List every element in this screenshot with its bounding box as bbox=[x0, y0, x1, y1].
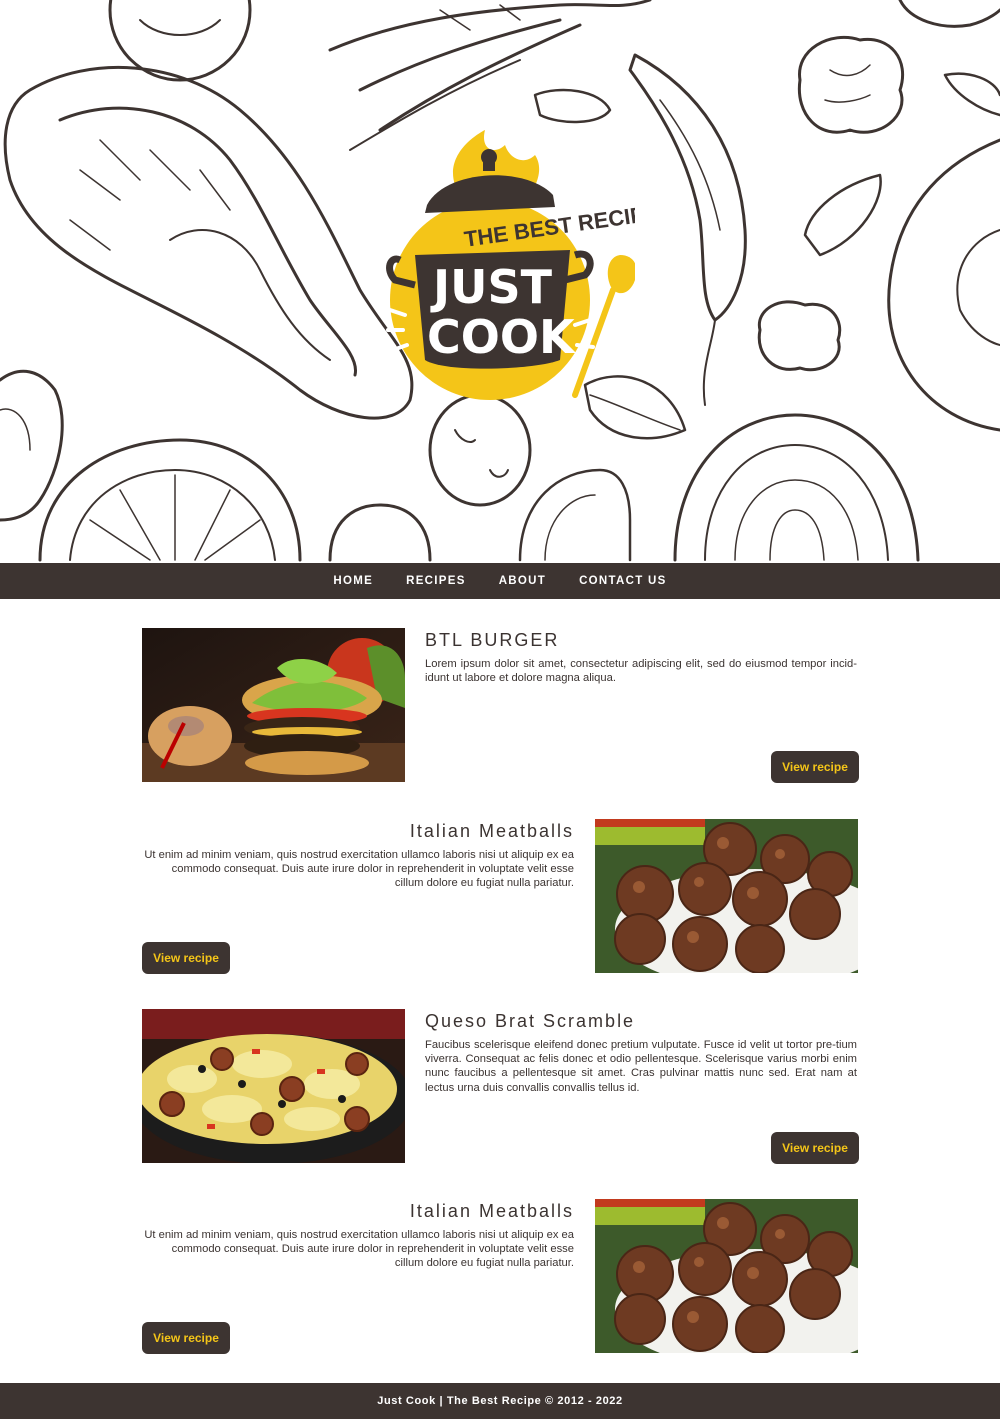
meatballs-photo[interactable] bbox=[595, 1199, 858, 1353]
view-recipe-button[interactable]: View recipe bbox=[771, 751, 859, 783]
hero-banner: THE BEST RECIPE JUST COOK bbox=[0, 0, 1000, 563]
recipe-card-queso-brat-scramble: Queso Brat Scramble Faucibus scelerisque… bbox=[142, 1009, 859, 1164]
scramble-photo[interactable] bbox=[142, 1009, 405, 1163]
burger-photo[interactable] bbox=[142, 628, 405, 782]
recipe-title: Italian Meatballs bbox=[409, 821, 574, 841]
recipe-description: Faucibus scelerisque eleifend donec pret… bbox=[425, 1039, 857, 1094]
recipe-title: BTL BURGER bbox=[425, 630, 560, 650]
recipe-title: Italian Meatballs bbox=[409, 1201, 574, 1221]
footer-copyright: Just Cook | The Best Recipe © 2012 - 202… bbox=[377, 1395, 623, 1407]
nav-about[interactable]: ABOUT bbox=[499, 575, 546, 587]
recipe-text: Italian Meatballs Ut enim ad minim venia… bbox=[142, 1201, 574, 1271]
recipe-title: Queso Brat Scramble bbox=[425, 1011, 636, 1031]
recipe-card-italian-meatballs: Italian Meatballs Ut enim ad minim venia… bbox=[142, 819, 859, 974]
view-recipe-button[interactable]: View recipe bbox=[771, 1132, 859, 1164]
recipe-description: Ut enim ad minim veniam, quis nostrud ex… bbox=[144, 849, 574, 890]
recipe-card-btl-burger: BTL BURGER Lorem ipsum dolor sit amet, c… bbox=[142, 628, 859, 783]
view-recipe-button[interactable]: View recipe bbox=[142, 1322, 230, 1354]
main-navigation: HOME RECIPES ABOUT CONTACT US bbox=[0, 563, 1000, 599]
site-footer: Just Cook | The Best Recipe © 2012 - 202… bbox=[0, 1383, 1000, 1419]
recipe-text: Italian Meatballs Ut enim ad minim venia… bbox=[142, 821, 574, 891]
recipe-description: Ut enim ad minim veniam, quis nostrud ex… bbox=[144, 1229, 574, 1270]
just-cook-logo: THE BEST RECIPE JUST COOK bbox=[385, 125, 661, 415]
nav-recipes[interactable]: RECIPES bbox=[406, 575, 466, 587]
recipe-text: BTL BURGER Lorem ipsum dolor sit amet, c… bbox=[425, 630, 857, 685]
recipe-text: Queso Brat Scramble Faucibus scelerisque… bbox=[425, 1011, 857, 1095]
nav-home[interactable]: HOME bbox=[333, 575, 373, 587]
recipe-card-italian-meatballs-2: Italian Meatballs Ut enim ad minim venia… bbox=[142, 1199, 859, 1354]
logo-word-cook: COOK bbox=[427, 310, 577, 364]
nav-contact-us[interactable]: CONTACT US bbox=[579, 575, 667, 587]
logo-word-just: JUST bbox=[430, 260, 553, 314]
recipe-description: Lorem ipsum dolor sit amet, consectetur … bbox=[425, 658, 857, 685]
view-recipe-button[interactable]: View recipe bbox=[142, 942, 230, 974]
meatballs-photo[interactable] bbox=[595, 819, 858, 973]
